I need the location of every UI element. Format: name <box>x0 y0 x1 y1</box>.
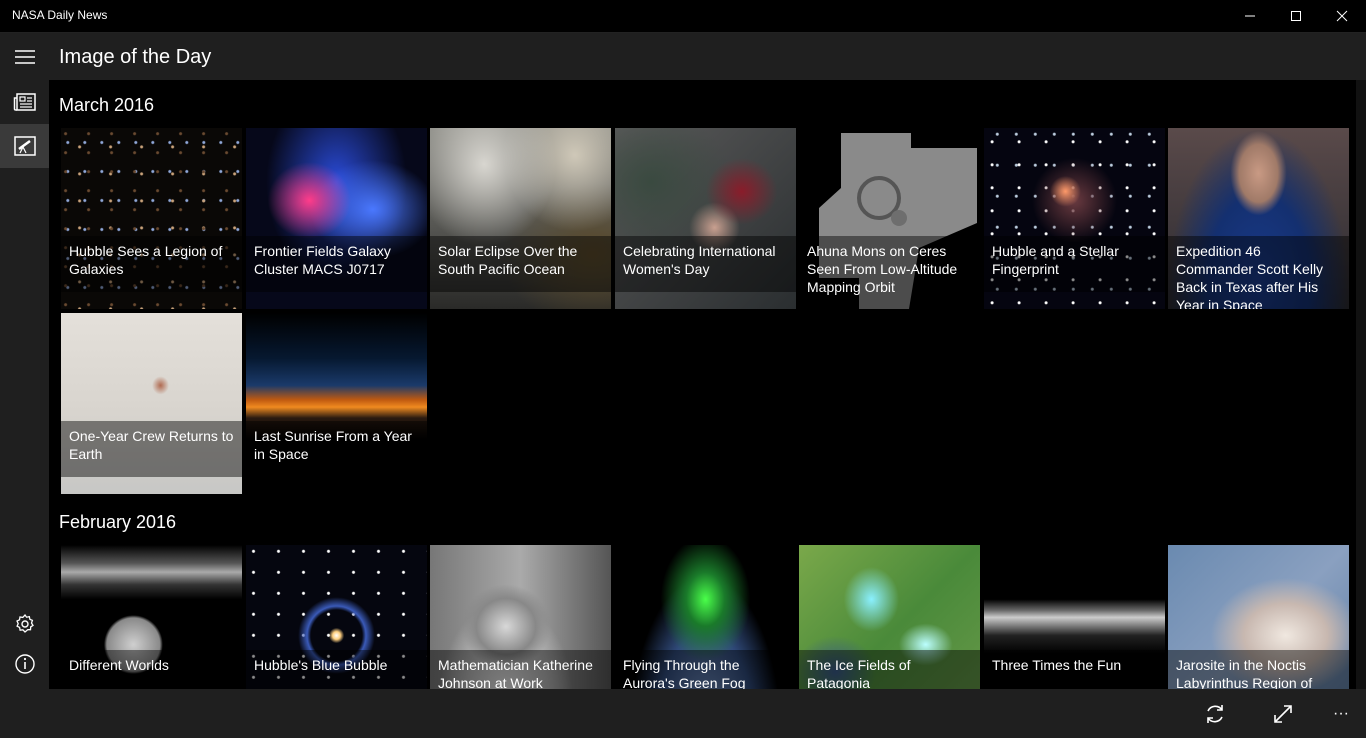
image-tile[interactable]: Hubble and a Stellar Fingerprint <box>984 128 1165 309</box>
more-icon: ··· <box>1333 704 1349 722</box>
telescope-icon <box>13 136 36 156</box>
info-icon <box>14 654 35 674</box>
image-tile[interactable]: Jarosite in the Noctis Labyrinthus Regio… <box>1168 545 1349 689</box>
tile-caption: Frontier Fields Galaxy Cluster MACS J071… <box>246 236 427 292</box>
tile-caption: Hubble Sees a Legion of Galaxies <box>61 236 242 292</box>
image-tile[interactable]: Expedition 46 Commander Scott Kelly Back… <box>1168 128 1349 309</box>
image-tile[interactable]: Solar Eclipse Over the South Pacific Oce… <box>430 128 611 309</box>
fullscreen-button[interactable] <box>1259 689 1307 738</box>
tile-caption: Solar Eclipse Over the South Pacific Oce… <box>430 236 611 292</box>
section-title-february: February 2016 <box>59 512 177 532</box>
tile-caption: Jarosite in the Noctis Labyrinthus Regio… <box>1168 650 1349 689</box>
image-tile[interactable]: Different Worlds <box>61 545 242 689</box>
tile-caption: Mathematician Katherine Johnson at Work <box>430 650 611 689</box>
tile-caption: Celebrating International Women's Day <box>615 236 796 292</box>
hamburger-menu-button[interactable] <box>0 35 49 79</box>
nav-rail <box>0 33 49 738</box>
page-header: Image of the Day <box>49 33 1366 80</box>
image-tile[interactable]: Last Sunrise From a Year in Space <box>246 313 427 494</box>
tile-caption: Expedition 46 Commander Scott Kelly Back… <box>1168 236 1349 309</box>
tile-caption: Ahuna Mons on Ceres Seen From Low-Altitu… <box>799 236 980 309</box>
refresh-icon <box>1207 704 1223 723</box>
image-tile[interactable]: Frontier Fields Galaxy Cluster MACS J071… <box>246 128 427 309</box>
close-icon <box>1336 10 1348 22</box>
minimize-button[interactable] <box>1227 0 1273 32</box>
vertical-scrollbar[interactable] <box>1356 80 1366 689</box>
tile-caption: One-Year Crew Returns to Earth <box>61 421 242 477</box>
info-button[interactable] <box>0 642 49 686</box>
tile-caption: Hubble and a Stellar Fingerprint <box>984 236 1165 292</box>
image-tile[interactable]: One-Year Crew Returns to Earth <box>61 313 242 494</box>
nav-item-news[interactable] <box>0 80 49 124</box>
content-area: March 2016 Hubble Sees a Legion of Galax… <box>49 80 1366 689</box>
section-title-march: March 2016 <box>59 95 155 115</box>
image-tile[interactable]: Hubble's Blue Bubble <box>246 545 427 689</box>
image-tile[interactable]: Three Times the Fun <box>984 545 1165 689</box>
nav-item-image-of-the-day[interactable] <box>0 124 49 168</box>
fullscreen-icon <box>1274 704 1292 723</box>
page-title: Image of the Day <box>59 46 212 68</box>
tile-caption: Last Sunrise From a Year in Space <box>246 421 427 477</box>
app-title: NASA Daily News <box>12 8 108 22</box>
image-tile[interactable]: Ahuna Mons on Ceres Seen From Low-Altitu… <box>799 128 980 309</box>
bottom-app-bar: ··· <box>0 689 1366 738</box>
tile-caption: Three Times the Fun <box>984 650 1165 689</box>
newspaper-icon <box>13 93 36 111</box>
settings-button[interactable] <box>0 602 49 646</box>
close-button[interactable] <box>1319 0 1365 32</box>
hamburger-menu-icon <box>14 50 35 64</box>
gear-icon <box>15 613 34 633</box>
image-tile[interactable]: Celebrating International Women's Day <box>615 128 796 309</box>
maximize-button[interactable] <box>1273 0 1319 32</box>
minimize-icon <box>1245 15 1255 17</box>
tile-caption: Hubble's Blue Bubble <box>246 650 427 689</box>
maximize-icon <box>1291 11 1301 21</box>
tile-caption: Different Worlds <box>61 650 242 689</box>
title-bar: NASA Daily News <box>0 0 1366 33</box>
image-tile[interactable]: Hubble Sees a Legion of Galaxies <box>61 128 242 309</box>
image-tile[interactable]: Flying Through the Aurora's Green Fog <box>615 545 796 689</box>
tile-caption: The Ice Fields of Patagonia <box>799 650 980 689</box>
more-button[interactable]: ··· <box>1317 689 1365 738</box>
tile-caption: Flying Through the Aurora's Green Fog <box>615 650 796 689</box>
image-tile[interactable]: The Ice Fields of Patagonia <box>799 545 980 689</box>
image-tile[interactable]: Mathematician Katherine Johnson at Work <box>430 545 611 689</box>
refresh-button[interactable] <box>1191 689 1239 738</box>
